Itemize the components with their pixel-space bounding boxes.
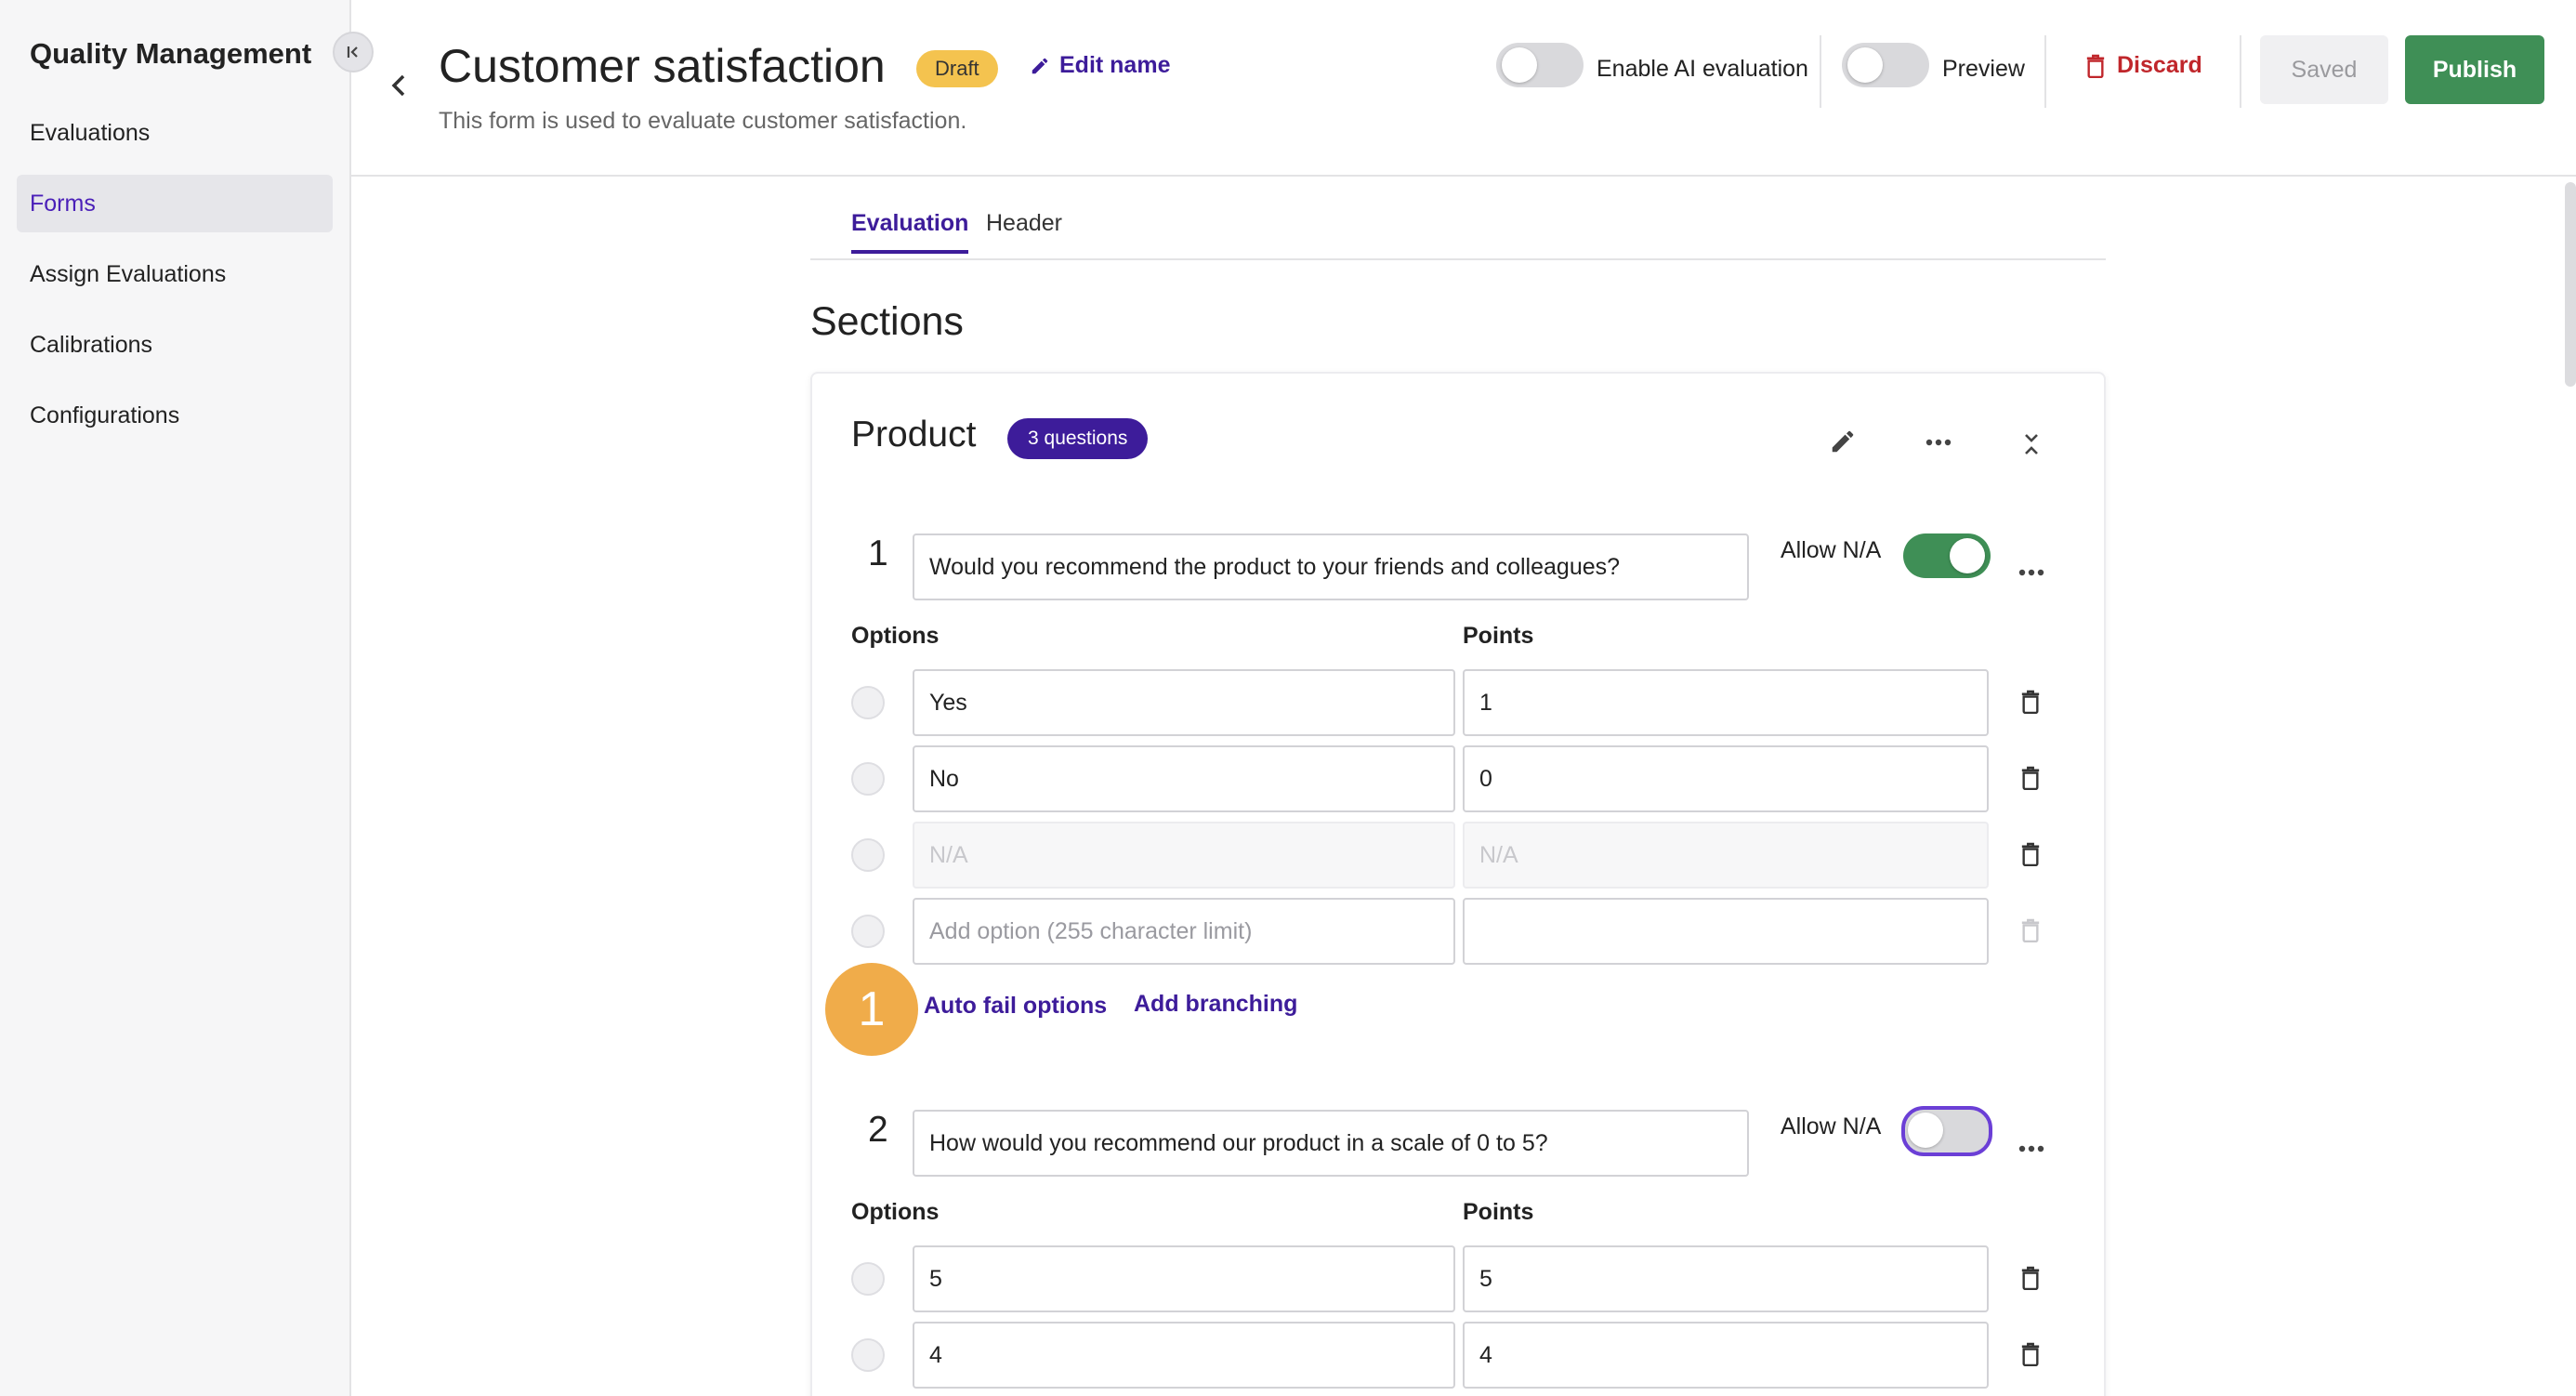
toggle-knob <box>1847 47 1883 83</box>
edit-name-label: Edit name <box>1059 52 1171 78</box>
question-text-input[interactable]: Would you recommend the product to your … <box>913 533 1749 600</box>
app-title: Quality Management <box>30 37 312 70</box>
trash-icon <box>2086 54 2105 78</box>
option-radio[interactable] <box>851 686 885 719</box>
delete-option-button[interactable] <box>2020 690 2041 718</box>
sidebar-item-configurations[interactable]: Configurations <box>17 387 333 444</box>
options-label: Options <box>851 1199 940 1225</box>
option-radio[interactable] <box>851 1338 885 1372</box>
option-input[interactable]: 4 <box>913 1322 1455 1389</box>
question-more-button[interactable] <box>2018 1141 2044 1158</box>
option-radio[interactable] <box>851 915 885 948</box>
points-label: Points <box>1463 1199 1534 1225</box>
option-radio[interactable] <box>851 1262 885 1296</box>
na-option-input: N/A <box>913 822 1455 889</box>
points-input[interactable]: 4 <box>1463 1322 1989 1389</box>
form-description: This form is used to evaluate customer s… <box>439 108 967 134</box>
back-button[interactable] <box>388 71 409 105</box>
add-branching-link[interactable]: Add branching <box>1134 991 1297 1018</box>
option-input[interactable]: No <box>913 745 1455 812</box>
question-text-input[interactable]: How would you recommend our product in a… <box>913 1110 1749 1177</box>
pencil-icon <box>1032 58 1048 73</box>
more-icon <box>1925 439 1952 446</box>
sidebar-item-forms[interactable]: Forms <box>17 175 333 232</box>
option-input[interactable]: Yes <box>913 669 1455 736</box>
question-number: 1 <box>868 533 888 573</box>
trash-icon <box>2021 842 2040 867</box>
tab-evaluation[interactable]: Evaluation <box>851 210 969 254</box>
question-count-badge: 3 questions <box>1007 418 1149 459</box>
ai-evaluation-label: Enable AI evaluation <box>1597 56 1808 82</box>
sidebar-item-calibrations[interactable]: Calibrations <box>17 316 333 374</box>
more-icon <box>2018 1145 2044 1152</box>
collapse-icon <box>2025 434 2038 454</box>
saved-button[interactable]: Saved <box>2260 35 2388 104</box>
points-label: Points <box>1463 623 1534 649</box>
form-tabs: Evaluation Header <box>810 186 2106 260</box>
sidebar-item-evaluations[interactable]: Evaluations <box>17 104 333 162</box>
section-more-button[interactable] <box>1925 435 1952 452</box>
delete-option-button[interactable] <box>2020 766 2041 795</box>
divider <box>2240 35 2241 108</box>
na-points-input: N/A <box>1463 822 1989 889</box>
scrollbar[interactable] <box>2565 182 2576 387</box>
option-radio[interactable] <box>851 838 885 872</box>
points-input[interactable]: 0 <box>1463 745 1989 812</box>
auto-fail-options-link[interactable]: Auto fail options <box>924 993 1107 1020</box>
preview-toggle[interactable] <box>1842 43 1929 87</box>
toggle-knob <box>1908 1113 1943 1148</box>
toggle-knob <box>1502 47 1537 83</box>
trash-icon <box>2021 918 2040 943</box>
trash-icon <box>2021 690 2040 715</box>
discard-button[interactable]: Discard <box>2085 52 2202 79</box>
collapse-sidebar-button[interactable] <box>333 32 374 72</box>
add-points-input[interactable] <box>1463 898 1989 965</box>
section-card: Product 3 questions 1 Would you recommen… <box>810 372 2106 1396</box>
add-option-input[interactable]: Add option (255 character limit) <box>913 898 1455 965</box>
status-badge: Draft <box>916 50 998 87</box>
points-input[interactable]: 5 <box>1463 1245 1989 1312</box>
tab-header[interactable]: Header <box>986 210 1062 250</box>
delete-option-button[interactable] <box>2020 918 2041 947</box>
option-input[interactable]: 5 <box>913 1245 1455 1312</box>
trash-icon <box>2021 1342 2040 1367</box>
delete-option-button[interactable] <box>2020 1342 2041 1371</box>
collapse-section-button[interactable] <box>2022 431 2041 462</box>
page-title: Customer satisfaction <box>439 40 886 92</box>
divider <box>1820 35 1821 108</box>
delete-option-button[interactable] <box>2020 1266 2041 1295</box>
step-marker: 1 <box>825 963 918 1056</box>
divider <box>2044 35 2046 108</box>
question-number: 2 <box>868 1110 888 1150</box>
discard-label: Discard <box>2117 52 2202 78</box>
sections-title: Sections <box>810 299 964 344</box>
allow-na-label: Allow N/A <box>1781 1113 1882 1139</box>
options-label: Options <box>851 623 940 649</box>
edit-section-button[interactable] <box>1829 428 1857 460</box>
points-input[interactable]: 1 <box>1463 669 1989 736</box>
trash-icon <box>2021 766 2040 791</box>
trash-icon <box>2021 1266 2040 1291</box>
sidebar: Quality Management Evaluations Forms Ass… <box>0 0 351 1396</box>
toggle-knob <box>1950 538 1985 573</box>
edit-icon <box>1832 430 1854 453</box>
allow-na-label: Allow N/A <box>1781 537 1882 563</box>
sidebar-item-assign-evaluations[interactable]: Assign Evaluations <box>17 245 333 303</box>
collapse-sidebar-icon <box>347 46 358 58</box>
allow-na-toggle[interactable] <box>1901 1106 1992 1156</box>
allow-na-toggle[interactable] <box>1903 533 1991 578</box>
more-icon <box>2018 569 2044 576</box>
back-icon <box>391 74 405 97</box>
section-name: Product <box>851 415 977 454</box>
edit-name-button[interactable]: Edit name <box>1030 52 1170 79</box>
page-header: Customer satisfaction Draft Edit name Th… <box>351 0 2576 177</box>
publish-button[interactable]: Publish <box>2405 35 2544 104</box>
ai-evaluation-toggle[interactable] <box>1496 43 1584 87</box>
delete-option-button[interactable] <box>2020 842 2041 871</box>
question-more-button[interactable] <box>2018 565 2044 582</box>
preview-label: Preview <box>1942 56 2025 82</box>
option-radio[interactable] <box>851 762 885 796</box>
sidebar-nav: Evaluations Forms Assign Evaluations Cal… <box>17 104 333 457</box>
